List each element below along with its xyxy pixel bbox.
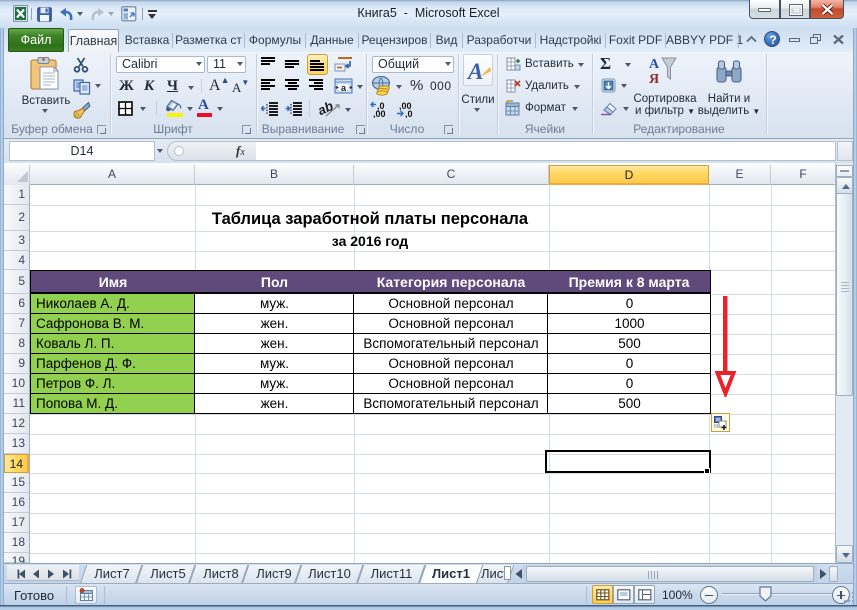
svg-text:Я: Я: [649, 72, 659, 86]
svg-text:,00: ,00: [373, 109, 386, 118]
svg-text:,0: ,0: [405, 109, 413, 118]
svg-text:А: А: [649, 57, 660, 72]
svg-text:A: A: [466, 59, 483, 84]
